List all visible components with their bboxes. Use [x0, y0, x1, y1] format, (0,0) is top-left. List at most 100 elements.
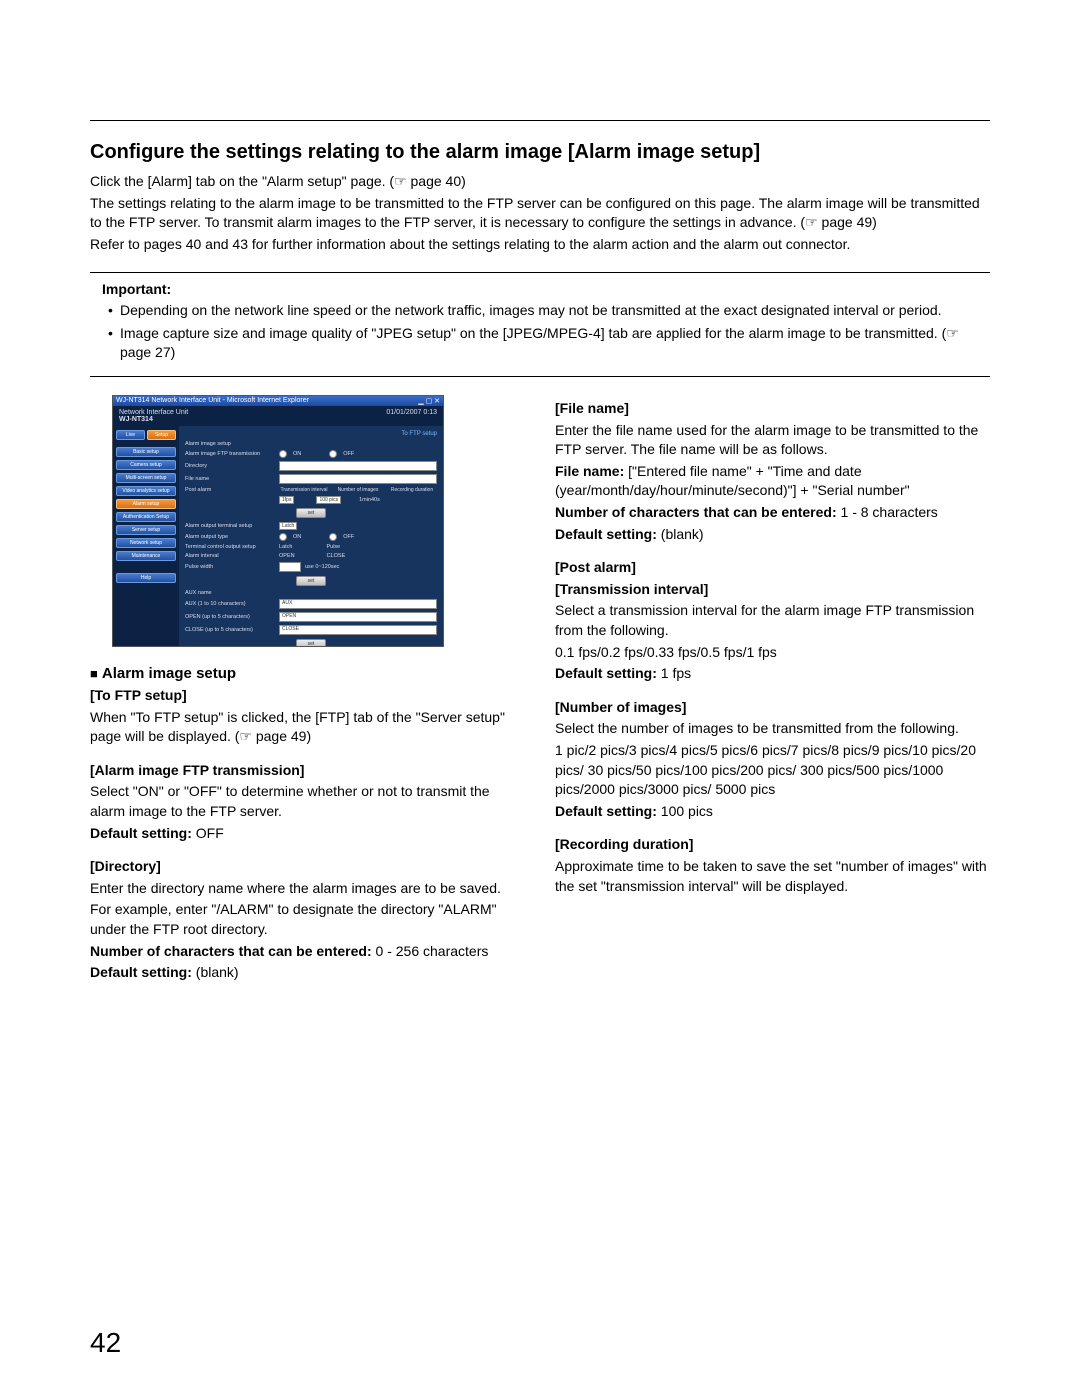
ss-input-file[interactable] — [279, 474, 437, 484]
ss-col-ti: Transmission interval — [279, 487, 329, 493]
ss-sel-ni[interactable]: 100 pics — [316, 496, 341, 504]
file-body-1: Enter the file name used for the alarm i… — [555, 421, 990, 460]
post-default: Default setting: 1 fps — [555, 664, 990, 684]
right-column: [File name] Enter the file name used for… — [555, 395, 990, 985]
dir-body-2: For example, enter "/ALARM" to designate… — [90, 900, 525, 939]
left-column: WJ-NT314 Network Interface Unit - Micros… — [90, 395, 525, 985]
ss-sel-ti[interactable]: 1fps — [279, 496, 294, 504]
num-body-1: Select the number of images to be transm… — [555, 719, 990, 739]
ss-side-camera[interactable]: Camera setup — [116, 460, 176, 470]
ss-sidebar: Live Setup Basic setup Camera setup Mult… — [113, 426, 179, 647]
dir-chars: Number of characters that can be entered… — [90, 942, 525, 962]
dir-title: [Directory] — [90, 857, 525, 877]
ss-main-panel: To FTP setup Alarm image setup Alarm ima… — [179, 426, 443, 647]
ss-side-network[interactable]: Network setup — [116, 538, 176, 548]
ss-side-video[interactable]: Video analytics setup — [116, 486, 176, 496]
ss-radio-on2[interactable] — [279, 533, 287, 541]
ss-radio-off[interactable] — [329, 450, 337, 458]
ss-side-server[interactable]: Server setup — [116, 525, 176, 535]
ss-row-aint: Alarm interval — [185, 553, 275, 559]
ss-off-label: OFF — [343, 451, 354, 457]
ss-on-label: ON — [293, 451, 301, 457]
post-body-2: 0.1 fps/0.2 fps/0.33 fps/0.5 fps/1 fps — [555, 643, 990, 663]
ss-row-pw: Pulse width — [185, 564, 275, 570]
ss-val-rd: 1min40s — [359, 497, 380, 503]
ss-input-aux1[interactable]: AUX — [279, 599, 437, 609]
ss-row-post: Post alarm — [185, 487, 275, 493]
file-title: [File name] — [555, 399, 990, 419]
ss-side-auth[interactable]: Authentication Setup — [116, 512, 176, 522]
ss-row-aux: AUX name — [185, 590, 275, 596]
ss-input-pw[interactable] — [279, 562, 301, 572]
ss-row-file: File name — [185, 476, 275, 482]
important-bullet-2: •Image capture size and image quality of… — [90, 324, 990, 362]
ss-window-title: WJ-NT314 Network Interface Unit - Micros… — [116, 397, 309, 405]
ss-close-label: CLOSE — [327, 553, 346, 559]
ss-col-ni: Number of images — [333, 487, 383, 493]
post-title-1: [Post alarm] — [555, 558, 990, 578]
ss-window-controls: ▁ ▢ ✕ — [418, 397, 440, 405]
file-default: Default setting: (blank) — [555, 525, 990, 545]
ss-set-1[interactable]: set — [296, 508, 326, 518]
ss-row-aux-h: Alarm output terminal setup — [185, 523, 275, 529]
ss-row-aot: Alarm output type — [185, 534, 275, 540]
ss-row-tos: Terminal control output setup — [185, 544, 275, 550]
intro-block: Click the [Alarm] tab on the "Alarm setu… — [90, 172, 990, 254]
settings-screenshot: WJ-NT314 Network Interface Unit - Micros… — [112, 395, 444, 647]
ss-input-dir[interactable] — [279, 461, 437, 471]
important-bullet-1: •Depending on the network line speed or … — [90, 301, 990, 320]
ftp-trans-body: Select "ON" or "OFF" to determine whethe… — [90, 782, 525, 821]
ss-model: WJ-NT314 — [119, 416, 153, 423]
ss-ftp-link[interactable]: To FTP setup — [185, 431, 437, 437]
important-bullet-1-text: Depending on the network line speed or t… — [120, 301, 942, 320]
intro-line-1: Click the [Alarm] tab on the "Alarm setu… — [90, 172, 990, 192]
ss-open-label: OPEN — [279, 553, 295, 559]
ss-set-2[interactable]: set — [296, 576, 326, 586]
num-body-2: 1 pic/2 pics/3 pics/4 pics/5 pics/6 pics… — [555, 741, 990, 800]
ss-tab-live[interactable]: Live — [116, 430, 145, 440]
ss-latch-label: Latch — [279, 544, 292, 550]
ftp-trans-default: Default setting: OFF — [90, 824, 525, 844]
ss-input-open[interactable]: OPEN — [279, 612, 437, 622]
ss-side-basic[interactable]: Basic setup — [116, 447, 176, 457]
ss-side-multi[interactable]: Multi-screen setup — [116, 473, 176, 483]
ss-input-close[interactable]: CLOSE — [279, 625, 437, 635]
ss-row-ftp: Alarm image FTP transmission — [185, 451, 275, 457]
important-block: Important: •Depending on the network lin… — [90, 272, 990, 377]
ss-pulse-label: Pulse — [326, 544, 340, 550]
page-title: Configure the settings relating to the a… — [90, 141, 990, 164]
ss-model-label: Network Interface Unit — [119, 409, 188, 416]
ftp-setup-body: When "To FTP setup" is clicked, the [FTP… — [90, 708, 525, 747]
dir-body-1: Enter the directory name where the alarm… — [90, 879, 525, 899]
ss-off2-label: OFF — [343, 534, 354, 540]
ss-heading: Alarm image setup — [185, 441, 275, 447]
rec-title: [Recording duration] — [555, 835, 990, 855]
important-bullet-2-text: Image capture size and image quality of … — [120, 324, 990, 362]
important-label: Important: — [90, 281, 990, 297]
ss-tab-setup[interactable]: Setup — [147, 430, 176, 440]
ss-radio-off2[interactable] — [329, 533, 337, 541]
ss-side-help[interactable]: Help — [116, 573, 176, 583]
rec-body-1: Approximate time to be taken to save the… — [555, 857, 990, 896]
intro-line-2: The settings relating to the alarm image… — [90, 194, 990, 233]
left-section-title: ■Alarm image setup — [90, 665, 525, 682]
ss-side-maint[interactable]: Maintenance — [116, 551, 176, 561]
ftp-trans-title: [Alarm image FTP transmission] — [90, 761, 525, 781]
ss-row-openl: OPEN (up to 5 characters) — [185, 614, 275, 620]
num-title: [Number of images] — [555, 698, 990, 718]
intro-line-3: Refer to pages 40 and 43 for further inf… — [90, 235, 990, 255]
ss-side-alarm[interactable]: Alarm setup — [116, 499, 176, 509]
post-body-1: Select a transmission interval for the a… — [555, 601, 990, 640]
ftp-setup-title: [To FTP setup] — [90, 686, 525, 706]
page-number: 42 — [90, 1327, 121, 1359]
ss-radio-on[interactable] — [279, 450, 287, 458]
file-fn: File name: ["Entered file name" + "Time … — [555, 462, 990, 501]
ss-row-dir: Directory — [185, 463, 275, 469]
ss-row-aux1: AUX (1 to 10 characters) — [185, 601, 275, 607]
ss-col-rd: Recording duration — [387, 487, 437, 493]
ss-set-3[interactable]: set — [296, 639, 326, 647]
ss-row-closel: CLOSE (up to 5 characters) — [185, 627, 275, 633]
dir-default: Default setting: (blank) — [90, 963, 525, 983]
ss-sel-aux[interactable]: Latch — [279, 522, 297, 530]
ss-datetime: 01/01/2007 0:13 — [386, 409, 437, 423]
